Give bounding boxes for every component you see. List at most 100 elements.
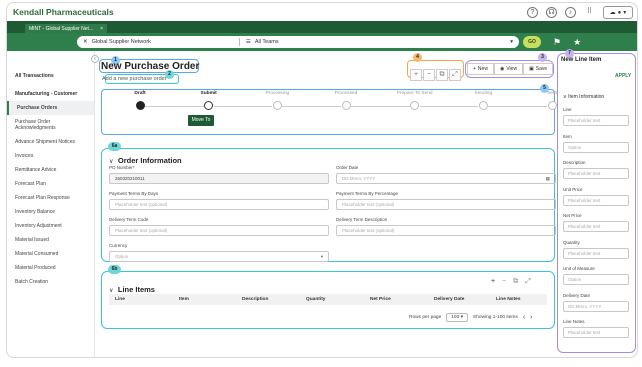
calendar-icon[interactable]: ▦ (546, 174, 550, 184)
step-dot (478, 101, 488, 110)
stepper-step[interactable]: Prepare To Send (385, 91, 445, 110)
column-header[interactable]: Net Price (364, 297, 428, 302)
sidebar-item[interactable]: Inventory Balance (7, 205, 94, 219)
field-input[interactable]: DD Mmm, YYYY (563, 300, 629, 312)
item-info-title: Item Information (568, 94, 605, 100)
copy-icon[interactable]: ⧉ (436, 69, 448, 81)
save-button[interactable]: ▣ Save (523, 63, 554, 75)
sidebar-item[interactable]: Inventory Adjustment (7, 219, 94, 233)
currency-select[interactable]: Option ▾ (109, 251, 329, 262)
sidebar-item[interactable]: Material Produced (7, 261, 94, 275)
pagination: Rows per page 100 ▾ Showing 1-100 items … (409, 313, 533, 322)
sidebar-item[interactable]: Purchase Order Acknowledgments (7, 115, 94, 135)
new-button[interactable]: + New (467, 63, 494, 75)
badge-4: 4 (413, 53, 422, 62)
column-header[interactable]: Description (236, 297, 300, 302)
field-label: Unit Price (563, 186, 583, 192)
terms-pct-field[interactable]: Placeholder text (optional) (336, 199, 556, 210)
chevron-down-icon[interactable]: ∨ (563, 94, 567, 100)
stepper-step[interactable]: Processing (247, 91, 307, 110)
view-button[interactable]: ◉ View (493, 63, 524, 75)
apply-button[interactable]: APPLY (615, 73, 631, 79)
po-number-field[interactable]: 260320210011 (109, 173, 329, 184)
expand-icon[interactable]: ⤢ (525, 278, 531, 286)
delivery-desc-label: Delivery Term Description (336, 217, 388, 222)
sidebar-item[interactable]: Manufacturing - Customer (7, 87, 94, 101)
headset-icon[interactable]: ☊ (546, 7, 557, 18)
currency-placeholder: Option (115, 254, 129, 259)
add-icon[interactable]: + (491, 278, 495, 286)
stepper-step[interactable]: Processed (316, 91, 376, 110)
divider (238, 38, 240, 46)
terms-days-field[interactable]: Placeholder text (optional) (109, 199, 329, 210)
chevron-down-icon[interactable]: ▾ (510, 39, 513, 45)
user-menu[interactable]: ☁ ● ▾ (603, 6, 633, 19)
avatar: ● (617, 9, 622, 16)
sidebar-item[interactable]: Forecast Plan Response (7, 191, 94, 205)
column-header[interactable]: Line Notes (490, 297, 547, 302)
stepper-step[interactable]: Submit (179, 91, 239, 110)
teams-select[interactable]: All Teams (255, 39, 279, 45)
step-label: Prepare To Send (396, 91, 433, 96)
column-header[interactable]: Quantity (300, 297, 364, 302)
field-input[interactable]: Placeholder text (563, 247, 629, 259)
sidebar-item[interactable]: Material Issued (7, 233, 94, 247)
badge-3: 3 (538, 53, 547, 62)
collapse-sidebar-icon[interactable]: ‹ (91, 55, 99, 63)
sidebar-item[interactable]: Material Consumed (7, 247, 94, 261)
field-input[interactable]: Option (563, 274, 629, 285)
network-select[interactable]: Global Supplier Network (92, 39, 151, 45)
field-input[interactable]: Placeholder text (563, 327, 629, 338)
chevron-left-icon[interactable]: ‹ (523, 314, 525, 321)
field-input[interactable]: Placeholder text (563, 168, 629, 179)
field-input[interactable]: Placeholder text (563, 115, 629, 126)
apps-grid-icon[interactable]: ⠿ (584, 7, 595, 18)
badge-6b: 6b (108, 265, 121, 274)
field-label: Item (563, 133, 572, 139)
stepper-step[interactable]: Draft (110, 91, 170, 110)
save-label: Save (535, 66, 548, 72)
save-icon: ▣ (529, 66, 534, 72)
search-input[interactable]: ✕ Global Supplier Network ☰ All Teams ▾ (77, 36, 519, 48)
expand-icon[interactable]: ⤢ (449, 69, 461, 81)
sidebar-item[interactable]: Purchase Orders (7, 101, 94, 115)
field-input[interactable]: Option (563, 141, 629, 153)
bookmark-icon[interactable]: ⚑ (553, 37, 561, 48)
column-header[interactable]: Item (173, 297, 236, 302)
sidebar-item[interactable]: All Transactions (7, 69, 94, 83)
star-icon[interactable]: ★ (573, 37, 581, 48)
add-icon[interactable]: + (410, 69, 422, 81)
field-input[interactable]: Placeholder text (563, 194, 629, 206)
column-header[interactable]: Delivery Date (428, 297, 490, 302)
rows-per-page-select[interactable]: 100 ▾ (446, 313, 469, 322)
delivery-code-field[interactable]: Placeholder text (optional) (109, 225, 329, 236)
view-label: View (506, 66, 518, 72)
step-dot (204, 101, 214, 110)
bell-icon[interactable]: ♪ (565, 7, 576, 18)
sidebar-item[interactable]: Batch Creation (7, 275, 94, 289)
go-button[interactable]: GO (523, 36, 541, 48)
copy-icon[interactable]: ⧉ (513, 278, 518, 286)
move-to-button[interactable]: Move To (188, 115, 214, 126)
help-icon[interactable]: ? (527, 7, 538, 18)
close-icon[interactable]: ✕ (83, 39, 88, 45)
minus-icon[interactable]: − (423, 69, 435, 81)
field-input[interactable]: Placeholder text (563, 221, 629, 232)
field-label: Description (563, 160, 586, 165)
sidebar-item[interactable]: Advance Shipment Notices (7, 135, 94, 149)
close-icon[interactable]: × (100, 26, 103, 32)
delivery-desc-field[interactable]: Placeholder text (optional) (336, 225, 556, 236)
minus-icon[interactable]: − (502, 278, 506, 286)
step-label: Submit (200, 91, 217, 96)
sidebar-item[interactable]: Remittance Advice (7, 163, 94, 177)
stepper-step[interactable]: Sending (453, 91, 513, 110)
action-buttons: + New ◉ View ▣ Save (467, 63, 554, 75)
column-header[interactable]: Line (109, 297, 173, 302)
sidebar-item[interactable]: Invoices (7, 149, 94, 163)
step-label: Sending (474, 91, 493, 96)
chevron-right-icon[interactable]: › (530, 314, 532, 321)
tab-mint[interactable]: MINT - Global Supplier Net... × (25, 24, 107, 33)
page-title: New Purchase Order (101, 61, 200, 72)
sidebar-item[interactable]: Forecast Plan (7, 177, 94, 191)
order-date-field[interactable]: DD Mmm, YYYY ▦ (336, 173, 556, 184)
